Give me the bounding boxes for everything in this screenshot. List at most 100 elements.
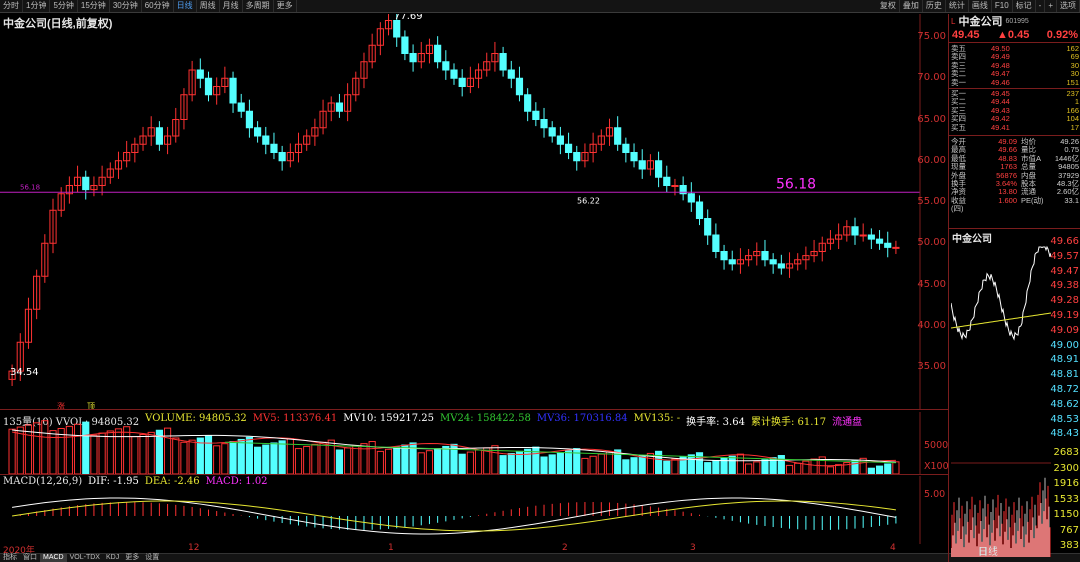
dif-line [12, 497, 896, 535]
volume-bar [65, 425, 73, 474]
price-axis-tick: 55.00 [917, 196, 946, 207]
intraday-price-tick: 48.81 [1050, 369, 1079, 381]
order-book-row: 买三 49.43 166 [949, 106, 1080, 115]
candle-body [82, 176, 90, 191]
volume-bar [401, 444, 409, 474]
adjust-button[interactable]: 复权 [877, 0, 900, 12]
candle-body [695, 201, 704, 219]
period-tab[interactable]: 15分钟 [78, 0, 110, 12]
date-mar: 3 [690, 543, 696, 553]
period-tab[interactable]: 5分钟 [50, 0, 78, 12]
period-tab[interactable]: 30分钟 [110, 0, 142, 12]
period-tab[interactable]: 更多 [274, 0, 297, 12]
toolbar-action[interactable]: 选项 [1057, 0, 1080, 12]
volume-bar [753, 461, 761, 474]
volume-bar [106, 430, 114, 474]
volume-bar [589, 455, 597, 474]
toolbar-action[interactable]: F10 [992, 0, 1013, 12]
volume-bar [180, 441, 188, 474]
volume-bar [33, 422, 41, 474]
bottom-tab[interactable]: 窗口 [20, 554, 40, 562]
volume-chart[interactable] [0, 412, 948, 474]
intraday-volume-tick: 2683 [1053, 447, 1079, 458]
candle-body [507, 69, 515, 79]
toolbar-actions: 复权 叠加 历史 统计 画线 F10 标记 - + 选项 [877, 0, 1080, 12]
order-book-row: 卖三 49.48 30 [949, 61, 1080, 70]
candle-body [671, 185, 679, 187]
volume-bar [311, 443, 319, 474]
macd-histogram [19, 502, 897, 530]
toolbar-action[interactable]: 统计 [946, 0, 969, 12]
volume-bar [213, 445, 221, 474]
bottom-tab[interactable]: 指标 [0, 554, 20, 562]
quote-price-row: 49.45 ▲0.45 0.92% [949, 29, 1080, 43]
volume-bar [630, 457, 638, 474]
volume-bar [581, 457, 589, 474]
volume-bar [384, 448, 393, 474]
stat-value: 33.1 [1064, 195, 1079, 205]
support-line-value-label: 56.18 [776, 176, 816, 192]
candle-body [278, 152, 286, 162]
mini-period-label[interactable]: 日线 [978, 543, 998, 558]
order-book-row: 卖四 49.49 69 [949, 52, 1080, 61]
intraday-chart[interactable] [951, 243, 1051, 557]
volume-bar [654, 450, 663, 474]
candle-body [859, 234, 867, 237]
volume-bar [57, 427, 65, 474]
bottom-tab[interactable]: VOL-TDX [67, 554, 103, 562]
period-tab[interactable]: 日线 [174, 0, 197, 12]
volume-bar [564, 450, 573, 474]
order-book-row: 卖二 49.47 30 [949, 69, 1080, 78]
toolbar-action[interactable]: + [1045, 0, 1057, 12]
candle-body [335, 102, 344, 112]
candle-body [892, 246, 900, 249]
period-tab[interactable]: 分时 [0, 0, 23, 12]
intraday-price-tick: 49.28 [1050, 295, 1079, 307]
candlestick-chart[interactable]: 56.18 56.22 56.18 77.69 34.54 涨 顶 [0, 14, 948, 409]
toolbar-action[interactable]: 标记 [1013, 0, 1036, 12]
date-dec: 12 [188, 543, 200, 553]
toolbar-action[interactable]: 历史 [923, 0, 946, 12]
bottom-tab[interactable]: 更多 [122, 554, 142, 562]
period-tab[interactable]: 多周期 [243, 0, 274, 12]
candle-body [630, 152, 638, 162]
volume-bar [221, 443, 229, 474]
toolbar-action[interactable]: 叠加 [900, 0, 923, 12]
volume-bar [663, 460, 671, 474]
volume-bar [556, 452, 564, 474]
candle-body [401, 36, 409, 54]
price-axis: 75.00 70.00 65.00 60.00 55.00 50.00 45.00 40.00… [917, 14, 948, 409]
period-tab[interactable]: 周线 [197, 0, 220, 12]
order-book-row: 买一 49.45 237 [949, 89, 1080, 98]
bottom-tab[interactable]: KDJ [103, 554, 122, 562]
volume-bar [785, 464, 794, 474]
period-tab[interactable]: 1分钟 [23, 0, 51, 12]
date-apr: 4 [890, 543, 896, 553]
book-divider [949, 88, 1080, 89]
intraday-volume-tick: 2300 [1053, 462, 1079, 474]
volume-bar [442, 445, 450, 474]
candle-body [196, 69, 204, 79]
pane-divider [0, 474, 948, 475]
toolbar-action[interactable]: - [1036, 0, 1046, 12]
macd-chart[interactable] [0, 476, 948, 544]
volume-bar [761, 459, 769, 474]
period-tab[interactable]: 60分钟 [142, 0, 174, 12]
support-line-point-label: 56.22 [577, 196, 600, 205]
volume-bar [41, 420, 49, 474]
volume-bar [344, 447, 352, 474]
stock-name[interactable]: 中金公司 [958, 13, 1002, 29]
bid-book: 买一 49.45 237 买二 49.44 1 买三 49.43 166 买四 49.42 104 买五… [949, 89, 1080, 132]
period-tabs: 分时 1分钟 5分钟 15分钟 30分钟 60分钟 日线 周线 月线 多周期 更多 [0, 0, 877, 12]
candle-body [254, 127, 262, 137]
toolbar-action[interactable]: 画线 [969, 0, 992, 12]
candle-body [155, 127, 163, 145]
candle-body [409, 53, 417, 63]
order-book-row: 卖五 49.50 162 [949, 44, 1080, 53]
bottom-tab[interactable]: 设置 [142, 554, 162, 562]
bottom-tab[interactable]: MACD [40, 554, 67, 562]
candle-body [237, 102, 245, 112]
volume-bar [745, 463, 753, 474]
bottom-tabs: 指标 窗口 MACD VOL-TDX KDJ 更多 设置 [0, 553, 1080, 562]
period-tab[interactable]: 月线 [220, 0, 243, 12]
